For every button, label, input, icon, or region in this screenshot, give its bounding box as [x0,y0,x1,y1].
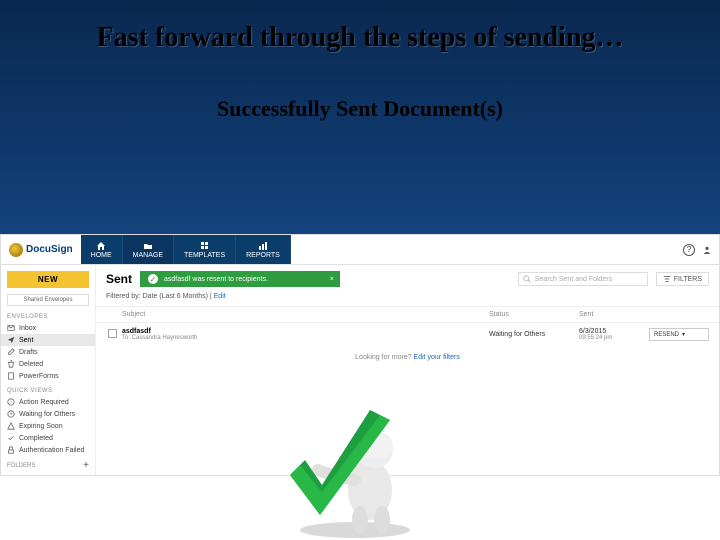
row-subject: asdfasdf [122,328,489,335]
sidebar-item-label: Waiting for Others [19,411,75,418]
action-icon: ! [7,398,15,406]
sidebar-section-folders: FOLDERS [7,463,35,469]
completed-icon [7,434,15,442]
topnav-right: ? [683,244,719,256]
sidebar-item-label: Sent [19,337,33,344]
inbox-icon [7,324,15,332]
resend-button[interactable]: RESEND ▾ [649,328,709,341]
row-recipient: To: Cassandra Haynesworth [122,335,489,341]
sidebar-item-inbox[interactable]: Inbox [1,322,95,334]
filter-line-text: Filtered by: Date (Last 6 Months) | [106,293,214,300]
lock-icon [7,446,15,454]
brand-logo-icon [9,243,23,257]
templates-icon [200,241,210,251]
help-icon[interactable]: ? [683,244,695,256]
success-toast: ✓ asdfasdf was resent to recipients. × [140,271,340,287]
folder-icon [143,241,153,251]
search-placeholder: Search Sent and Folders [535,276,612,283]
looking-text: Looking for more? [355,354,413,361]
looking-for-more: Looking for more? Edit your filters [96,346,719,369]
shared-envelopes-filter[interactable]: Shared Envelopes [7,294,89,306]
sidebar-item-label: Drafts [19,349,38,356]
search-icon [523,275,531,283]
filter-line: Filtered by: Date (Last 6 Months) | Edit [96,291,719,307]
row-checkbox[interactable] [108,329,117,338]
sidebar-item-drafts[interactable]: Drafts [1,346,95,358]
filter-icon [663,275,671,283]
nav-tab-templates[interactable]: TEMPLATES [174,235,236,264]
sidebar-item-label: Completed [19,435,53,442]
drafts-icon [7,348,15,356]
powerforms-icon [7,372,15,380]
sidebar-item-label: Action Required [19,399,69,406]
reports-icon [258,241,268,251]
filters-button-label: FILTERS [674,276,702,283]
filters-button[interactable]: FILTERS [656,272,709,286]
brand[interactable]: DocuSign [1,243,81,257]
sidebar-item-auth-failed[interactable]: Authentication Failed [1,444,95,456]
search-input[interactable]: Search Sent and Folders [518,272,648,286]
nav-tab-manage[interactable]: MANAGE [123,235,174,264]
trash-icon [7,360,15,368]
edit-filters-link[interactable]: Edit your filters [414,354,460,361]
expiring-icon [7,422,15,430]
nav-tabs: HOME MANAGE TEMPLATES REPORTS [81,235,291,264]
col-sent: Sent [579,311,649,318]
nav-tab-label: HOME [91,252,112,259]
top-nav: DocuSign HOME MANAGE TEMPLATES REPORTS ? [1,235,719,265]
sidebar-section-envelopes: ENVELOPES [1,308,95,322]
sidebar-section-quickviews: QUICK VIEWS [1,382,95,396]
success-clipart [270,380,440,540]
slide-subtitle: Successfully Sent Document(s) [0,96,720,122]
row-time: 09:55:24 pm [579,335,649,341]
home-icon [96,241,106,251]
sidebar-item-label: Inbox [19,325,36,332]
sidebar-item-label: Deleted [19,361,43,368]
slide-title: Fast forward through the steps of sendin… [40,20,680,56]
waiting-icon [7,410,15,418]
row-status: Waiting for Others [489,331,579,338]
nav-tab-home[interactable]: HOME [81,235,123,264]
add-folder-button[interactable]: + [83,460,89,471]
chevron-down-icon: ▾ [682,331,685,338]
nav-tab-reports[interactable]: REPORTS [236,235,291,264]
filter-edit-link[interactable]: Edit [214,293,226,300]
sidebar-item-deleted[interactable]: Deleted [1,358,95,370]
toast-text: asdfasdf was resent to recipients. [164,276,268,283]
table-header: Subject Status Sent [96,307,719,323]
user-menu-icon[interactable] [703,246,711,254]
sidebar-item-waiting[interactable]: Waiting for Others [1,408,95,420]
col-subject: Subject [122,311,489,318]
check-icon: ✓ [148,274,158,284]
sidebar-item-expiring[interactable]: Expiring Soon [1,420,95,432]
close-icon[interactable]: × [330,276,334,283]
row-date: 6/3/2015 [579,328,649,335]
sidebar-item-label: Authentication Failed [19,447,84,454]
sent-icon [7,336,15,344]
sidebar: NEW Shared Envelopes ENVELOPES Inbox Sen… [1,265,96,475]
nav-tab-label: TEMPLATES [184,252,225,259]
nav-tab-label: REPORTS [246,252,280,259]
svg-text:!: ! [10,400,11,406]
sidebar-item-powerforms[interactable]: PowerForms [1,370,95,382]
sidebar-item-label: Expiring Soon [19,423,63,430]
nav-tab-label: MANAGE [133,252,163,259]
brand-name: DocuSign [26,244,73,255]
new-button[interactable]: NEW [7,271,89,288]
col-status: Status [489,311,579,318]
table-row[interactable]: asdfasdf To: Cassandra Haynesworth Waiti… [96,323,719,346]
page-title: Sent [106,272,132,286]
sidebar-item-label: PowerForms [19,373,59,380]
sidebar-item-action-required[interactable]: ! Action Required [1,396,95,408]
sidebar-item-sent[interactable]: Sent [1,334,95,346]
resend-label: RESEND [654,332,679,338]
sidebar-item-completed[interactable]: Completed [1,432,95,444]
